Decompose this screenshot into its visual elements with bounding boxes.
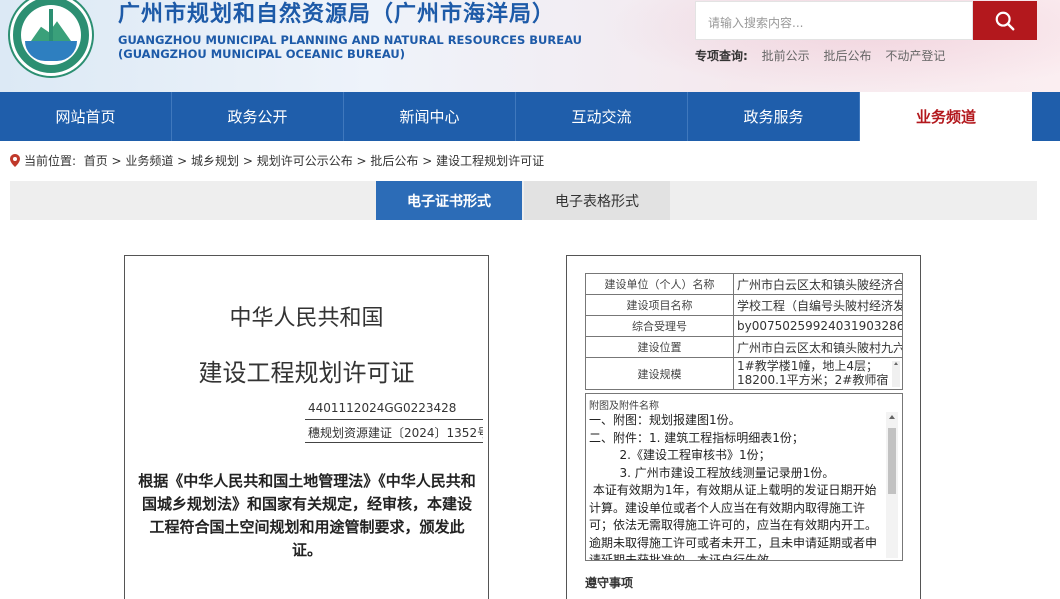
table-row: 建设位置 广州市白云区太和镇头陂村九六 xyxy=(585,336,903,358)
certificate-number: 4401112024GG0223428 xyxy=(308,401,457,415)
quick-query: 专项查询: 批前公示 批后公布 不动产登记 xyxy=(695,47,955,64)
certificate-document-number: 穗规划资源建证〔2024〕1352号 xyxy=(308,426,483,440)
bureau-logo-icon[interactable] xyxy=(10,0,92,76)
row-key: 建设项目名称 xyxy=(585,294,734,316)
attachments-header: 附图及附件名称 xyxy=(589,401,659,412)
detail-panel: 建设单位（个人）名称 广州市白云区太和镇头陂经济合作社 建设项目名称 学校工程（… xyxy=(566,255,921,599)
row-value: 广州市白云区太和镇头陂经济合作社 xyxy=(733,273,903,295)
table-row: 建设规模 1#教学楼1幢，地上4层；18200.1平方米；2#教师宿 xyxy=(585,357,903,390)
quick-link-real-estate[interactable]: 不动产登记 xyxy=(885,49,945,63)
search-input[interactable]: 请输入搜索内容... xyxy=(695,1,973,40)
notice-heading: 遵守事项 xyxy=(585,576,634,590)
table-row: 建设单位（个人）名称 广州市白云区太和镇头陂经济合作社 xyxy=(585,273,903,295)
scrollbar[interactable] xyxy=(886,412,898,558)
row-key: 建设单位（个人）名称 xyxy=(585,273,734,295)
nav-item-home[interactable]: 网站首页 xyxy=(0,92,172,141)
row-key: 建设位置 xyxy=(585,336,734,358)
site-title-cn: 广州市规划和自然资源局（广州市海洋局） xyxy=(118,2,556,27)
search-button[interactable] xyxy=(973,1,1037,40)
site-title-en-line1: GUANGZHOU MUNICIPAL PLANNING AND NATURAL… xyxy=(118,33,582,47)
row-value: 1#教学楼1幢，地上4层；18200.1平方米；2#教师宿 xyxy=(737,358,889,387)
nav-item-services[interactable]: 政务服务 xyxy=(688,92,860,141)
certificate-panel: 中华人民共和国 建设工程规划许可证 4401112024GG0223428 穗规… xyxy=(124,255,489,599)
site-header: 广州市规划和自然资源局（广州市海洋局） GUANGZHOU MUNICIPAL … xyxy=(0,0,1060,92)
quick-query-label: 专项查询: xyxy=(695,49,748,63)
scroll-up-icon[interactable] xyxy=(889,415,895,419)
divider xyxy=(305,419,483,420)
row-key: 综合受理号 xyxy=(585,315,734,337)
quick-link-pre-publicity[interactable]: 批前公示 xyxy=(762,49,810,63)
location-pin-icon xyxy=(10,154,20,167)
row-value-cell: 1#教学楼1幢，地上4层；18200.1平方米；2#教师宿 xyxy=(733,357,903,390)
scale-scroll-area[interactable]: 1#教学楼1幢，地上4层；18200.1平方米；2#教师宿 xyxy=(737,359,902,389)
row-value: 学校工程（自编号头陂村经济发展留用地） xyxy=(733,294,903,316)
table-row: 综合受理号 by007502599240319032868 xyxy=(585,315,903,337)
attachments-text: 一、附图：规划报建图1份。 二、附件：1. 建筑工程指标明细表1份； 2.《建设… xyxy=(589,413,878,561)
row-key: 建设规模 xyxy=(585,357,734,390)
breadcrumb: 当前位置: 首页 > 业务频道 > 城乡规划 > 规划许可公示公布 > 批后公布… xyxy=(10,152,544,169)
nav-item-gov-affairs[interactable]: 政务公开 xyxy=(172,92,344,141)
row-value: by007502599240319032868 xyxy=(733,315,903,337)
divider xyxy=(305,442,483,443)
quick-link-post-publication[interactable]: 批后公布 xyxy=(823,49,871,63)
breadcrumb-path[interactable]: 首页 > 业务频道 > 城乡规划 > 规划许可公示公布 > 批后公布 > 建设工… xyxy=(84,152,544,169)
detail-table: 建设单位（个人）名称 广州市白云区太和镇头陂经济合作社 建设项目名称 学校工程（… xyxy=(585,273,903,390)
main-nav: 网站首页 政务公开 新闻中心 互动交流 政务服务 业务频道 xyxy=(0,92,1060,141)
nav-item-business[interactable]: 业务频道 xyxy=(860,92,1032,141)
row-value: 广州市白云区太和镇头陂村九六 xyxy=(733,336,903,358)
scrollbar-thumb[interactable] xyxy=(888,428,896,494)
scrollbar[interactable] xyxy=(892,360,900,387)
view-tabs: 电子证书形式 电子表格形式 xyxy=(10,181,1037,220)
breadcrumb-label: 当前位置: xyxy=(24,154,77,168)
certificate-body-text: 根据《中华人民共和国土地管理法》《中华人民共和国城乡规划法》和国家有关规定，经审… xyxy=(138,472,476,559)
nav-item-interaction[interactable]: 互动交流 xyxy=(516,92,688,141)
certificate-heading-country: 中华人民共和国 xyxy=(229,306,384,331)
tab-certificate-view[interactable]: 电子证书形式 xyxy=(376,181,522,220)
site-title-en-line2: (GUANGZHOU MUNICIPAL OCEANIC BUREAU) xyxy=(118,47,406,61)
nav-item-news[interactable]: 新闻中心 xyxy=(344,92,516,141)
tab-table-view[interactable]: 电子表格形式 xyxy=(524,181,670,220)
search-icon xyxy=(995,11,1015,30)
certificate-heading-title: 建设工程规划许可证 xyxy=(198,359,415,387)
table-row: 建设项目名称 学校工程（自编号头陂村经济发展留用地） xyxy=(585,294,903,316)
attachments-box[interactable]: 附图及附件名称 一、附图：规划报建图1份。 二、附件：1. 建筑工程指标明细表1… xyxy=(585,393,903,561)
